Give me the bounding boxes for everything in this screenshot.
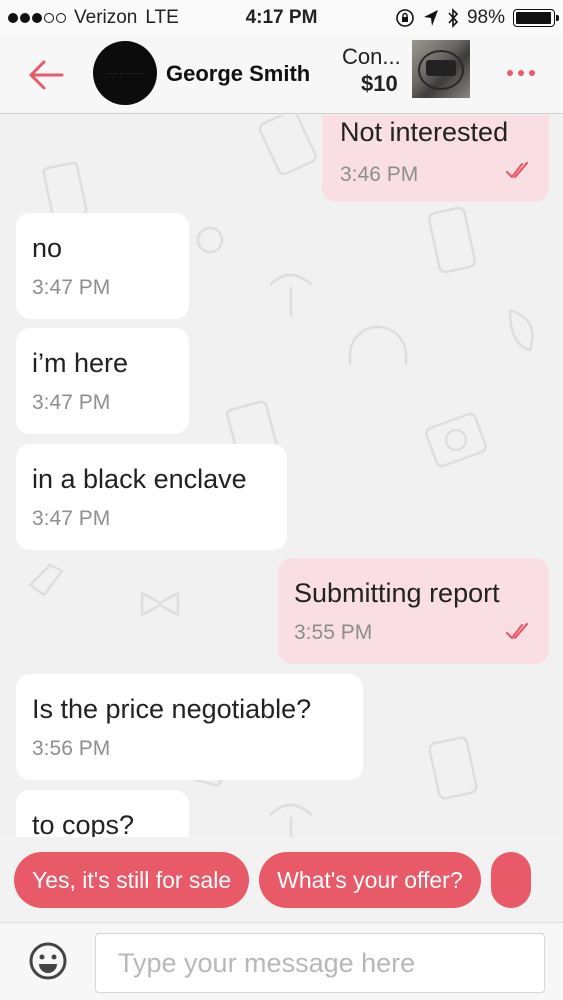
message-time: 3:47 PM <box>32 507 111 530</box>
message-composer <box>0 922 563 1000</box>
quick-reply-button[interactable]: What's your offer? <box>259 852 481 908</box>
item-title[interactable]: Con... <box>342 44 401 70</box>
back-arrow-icon[interactable] <box>22 50 72 100</box>
battery-percent: 98% <box>466 7 505 28</box>
message-input[interactable] <box>95 933 545 993</box>
battery-icon <box>513 9 559 27</box>
message-bubble-incoming[interactable]: no 3:47 PM <box>16 213 189 319</box>
message-text: Not interested <box>340 117 509 147</box>
message-bubble-incoming[interactable]: in a black enclave 3:47 PM <box>16 444 287 550</box>
message-text: no <box>32 233 63 263</box>
more-options-icon[interactable] <box>507 70 535 76</box>
bluetooth-icon <box>448 8 459 28</box>
read-receipt-icon <box>505 622 529 640</box>
item-thumbnail[interactable] <box>412 40 470 98</box>
message-text: i’m here <box>32 348 129 378</box>
contact-name[interactable]: George Smith <box>166 61 310 87</box>
message-time: 3:56 PM <box>32 737 111 760</box>
message-time: 3:47 PM <box>32 391 111 414</box>
location-icon <box>423 10 438 26</box>
quick-reply-button[interactable]: Yes, it's still for sale <box>14 852 250 908</box>
status-icons: 98% <box>395 7 559 29</box>
message-text: in a black enclave <box>32 464 247 494</box>
message-time: 3:55 PM <box>294 621 373 644</box>
rotation-lock-icon <box>396 9 414 27</box>
message-text: to cops? <box>32 810 135 837</box>
chat-header: · · · · · · · · · · · · · · George Smith… <box>0 36 563 114</box>
message-bubble-incoming[interactable]: i’m here 3:47 PM <box>16 328 189 434</box>
message-time: 3:46 PM <box>340 163 419 186</box>
message-text: Is the price negotiable? <box>32 694 312 724</box>
message-text: Submitting report <box>294 578 500 608</box>
quick-replies: Yes, it's still for sale What's your off… <box>14 852 531 908</box>
message-bubble-incoming[interactable]: Is the price negotiable? 3:56 PM <box>16 674 363 780</box>
message-list[interactable]: Not interested 3:46 PM no 3:47 PM i’m he… <box>0 115 563 837</box>
quick-reply-button[interactable] <box>490 852 531 908</box>
message-time: 3:47 PM <box>32 276 111 299</box>
emoji-icon[interactable] <box>28 941 68 981</box>
status-bar: Verizon LTE 4:17 PM 98% <box>0 0 563 36</box>
message-bubble-incoming[interactable]: to cops? <box>16 790 189 837</box>
message-bubble-outgoing[interactable]: Submitting report 3:55 PM <box>278 558 549 664</box>
item-price[interactable]: $10 <box>361 71 398 97</box>
contact-avatar[interactable]: · · · · · · · · · · · · · · <box>93 41 157 105</box>
read-receipt-icon <box>505 161 529 179</box>
message-bubble-outgoing[interactable]: Not interested 3:46 PM <box>322 115 549 202</box>
